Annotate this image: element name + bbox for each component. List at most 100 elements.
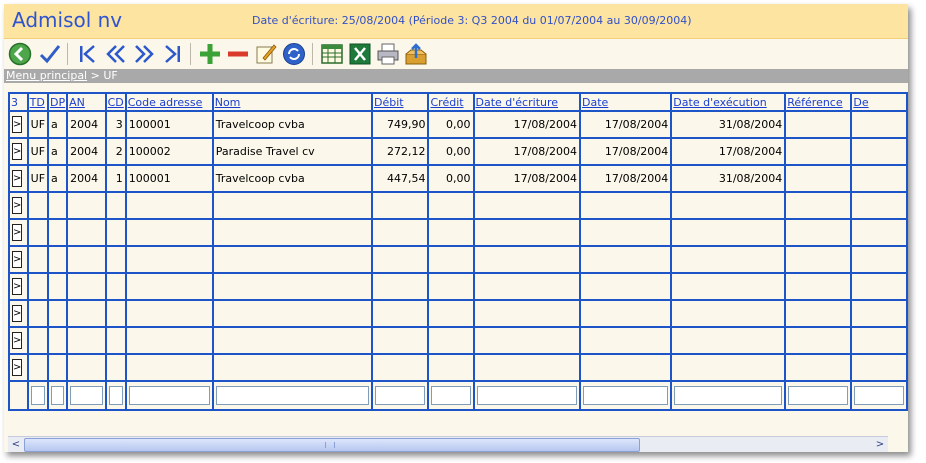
- empty-cell: [66, 218, 107, 247]
- breadcrumb-root-link[interactable]: Menu principal: [6, 69, 87, 82]
- new-code-adresse-input[interactable]: [128, 386, 210, 405]
- empty-table-row[interactable]: >: [8, 245, 908, 274]
- new-reference-input[interactable]: [788, 386, 849, 405]
- horizontal-scrollbar[interactable]: < >: [8, 436, 888, 452]
- validate-button[interactable]: [38, 42, 62, 66]
- cell-td: UF: [26, 110, 50, 139]
- empty-table-row[interactable]: >: [8, 218, 908, 247]
- empty-cell: [211, 218, 373, 247]
- previous-record-button[interactable]: [104, 42, 128, 66]
- first-record-button[interactable]: [76, 42, 100, 66]
- export-button[interactable]: [404, 42, 428, 66]
- row-select-cell: >: [8, 137, 29, 166]
- table-row[interactable]: > UF a 2004 3 100001 Travelcoop cvba 749…: [8, 110, 908, 139]
- row-select-button[interactable]: >: [12, 251, 22, 268]
- new-cd-input[interactable]: [108, 386, 123, 405]
- refresh-button[interactable]: [282, 42, 306, 66]
- grid-view-button[interactable]: [320, 42, 344, 66]
- row-select-button[interactable]: >: [12, 359, 22, 376]
- column-header-an[interactable]: AN: [66, 92, 107, 112]
- column-header-reference[interactable]: Référence: [784, 92, 853, 112]
- edit-button[interactable]: [254, 42, 278, 66]
- column-header-td[interactable]: TD: [26, 92, 50, 112]
- empty-table-row[interactable]: >: [8, 299, 908, 328]
- empty-table-row[interactable]: >: [8, 272, 908, 301]
- empty-cell: [472, 218, 582, 247]
- column-header-cd[interactable]: CD: [104, 92, 127, 112]
- new-date-input[interactable]: [583, 386, 669, 405]
- scroll-right-arrow[interactable]: >: [873, 437, 887, 452]
- new-debit-input[interactable]: [374, 386, 426, 405]
- add-button[interactable]: [198, 42, 222, 66]
- cell-nom: Travelcoop cvba: [211, 164, 373, 193]
- empty-cell: [124, 218, 214, 247]
- empty-cell: [670, 245, 787, 274]
- delete-button[interactable]: [226, 42, 250, 66]
- row-select-button[interactable]: >: [12, 170, 22, 187]
- new-record-cell: [370, 380, 430, 411]
- empty-cell: [850, 191, 908, 220]
- new-nom-input[interactable]: [215, 386, 369, 405]
- column-header-date-execution[interactable]: Date d'exécution: [670, 92, 787, 112]
- column-header-credit[interactable]: Crédit: [427, 92, 475, 112]
- column-header-date-ecriture[interactable]: Date d'écriture: [472, 92, 582, 112]
- back-button[interactable]: [8, 42, 32, 66]
- new-date-ecriture-input[interactable]: [476, 386, 578, 405]
- empty-cell: [26, 353, 50, 382]
- cell-nom: Paradise Travel cv: [211, 137, 373, 166]
- print-icon: [377, 43, 399, 65]
- next-record-button[interactable]: [132, 42, 156, 66]
- empty-cell: [104, 245, 127, 274]
- new-td-input[interactable]: [30, 386, 46, 405]
- new-credit-input[interactable]: [431, 386, 471, 405]
- scroll-left-arrow[interactable]: <: [9, 437, 23, 452]
- empty-cell: [211, 191, 373, 220]
- column-header-code-adresse[interactable]: Code adresse: [124, 92, 214, 112]
- cell-dp: a: [47, 110, 69, 139]
- column-header-date[interactable]: Date: [579, 92, 673, 112]
- row-select-button[interactable]: >: [12, 332, 22, 349]
- new-record-corner-cell: [8, 380, 29, 411]
- row-select-button[interactable]: >: [12, 305, 22, 322]
- scroll-thumb[interactable]: [24, 438, 640, 452]
- empty-cell: [579, 272, 673, 301]
- new-de-input[interactable]: [854, 386, 904, 405]
- row-select-button[interactable]: >: [12, 224, 22, 241]
- empty-cell: [370, 272, 430, 301]
- table-row[interactable]: > UF a 2004 1 100001 Travelcoop cvba 447…: [8, 164, 908, 193]
- empty-table-row[interactable]: >: [8, 326, 908, 355]
- toolbar: [4, 39, 908, 69]
- column-header-debit[interactable]: Débit: [370, 92, 430, 112]
- row-select-cell: >: [8, 299, 29, 328]
- empty-table-row[interactable]: >: [8, 191, 908, 220]
- new-date-execution-input[interactable]: [674, 386, 783, 405]
- table-row[interactable]: > UF a 2004 2 100002 Paradise Travel cv …: [8, 137, 908, 166]
- empty-cell: [472, 299, 582, 328]
- cell-credit: 0,00: [427, 137, 475, 166]
- column-header-de[interactable]: De: [850, 92, 908, 112]
- row-select-button[interactable]: >: [12, 197, 22, 214]
- new-record-cell: [211, 380, 373, 411]
- cell-date-ecriture: 17/08/2004: [472, 164, 582, 193]
- empty-cell: [211, 272, 373, 301]
- empty-cell: [47, 272, 69, 301]
- row-select-button[interactable]: >: [12, 116, 22, 133]
- cell-reference: [784, 164, 853, 193]
- new-dp-input[interactable]: [51, 386, 65, 405]
- empty-cell: [579, 353, 673, 382]
- grid-view-icon: [321, 44, 343, 64]
- cell-debit: 447,54: [370, 164, 430, 193]
- new-an-input[interactable]: [70, 386, 103, 405]
- empty-table-row[interactable]: >: [8, 353, 908, 382]
- print-button[interactable]: [376, 42, 400, 66]
- column-header-nom[interactable]: Nom: [211, 92, 373, 112]
- last-record-button[interactable]: [160, 42, 184, 66]
- empty-cell: [47, 299, 69, 328]
- column-header-dp[interactable]: DP: [47, 92, 69, 112]
- excel-button[interactable]: [348, 42, 372, 66]
- row-select-button[interactable]: >: [12, 278, 22, 295]
- empty-cell: [670, 218, 787, 247]
- empty-cell: [670, 272, 787, 301]
- empty-cell: [104, 272, 127, 301]
- row-select-button[interactable]: >: [12, 143, 22, 160]
